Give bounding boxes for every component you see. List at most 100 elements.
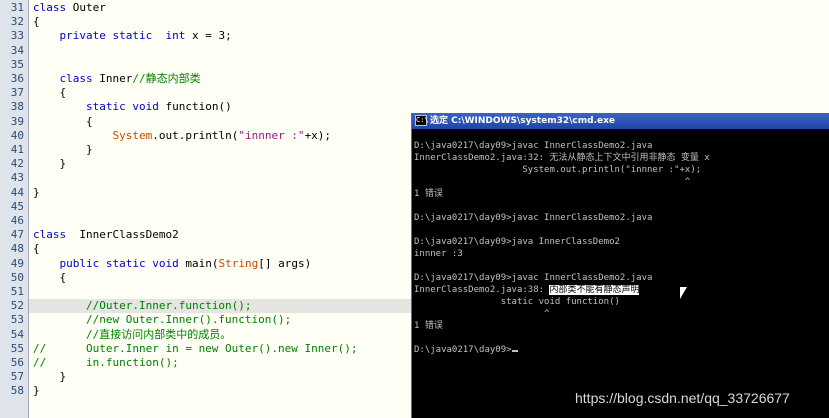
code-token: Inner bbox=[92, 72, 133, 85]
code-line[interactable]: static void function() bbox=[33, 100, 232, 114]
code-token: { bbox=[33, 270, 67, 284]
code-line[interactable]: } bbox=[33, 186, 40, 200]
console-line-text: D:\java0217\day09>javac InnerClassDemo2.… bbox=[414, 273, 653, 283]
code-token: // in.function(); bbox=[33, 356, 179, 369]
line-number: 41 bbox=[10, 143, 24, 156]
line-number: 34 bbox=[10, 43, 24, 57]
code-token: //直接访问内部类中的成员。 bbox=[85, 327, 232, 341]
line-number: 43 bbox=[10, 171, 24, 185]
cmd-titlebar[interactable]: C:\ 选定 C:\WINDOWS\system32\cmd.exe bbox=[412, 113, 829, 129]
code-line[interactable]: System.out.println("innner :"+x); bbox=[33, 129, 331, 143]
code-line[interactable]: { bbox=[33, 86, 66, 100]
code-line[interactable]: } bbox=[33, 157, 66, 171]
code-line[interactable]: { bbox=[33, 15, 40, 29]
line-number: 40 bbox=[10, 128, 24, 142]
code-token: static bbox=[85, 100, 126, 114]
console-line: InnerClassDemo2.java:38: 内部类不能有静态声明 bbox=[414, 285, 640, 296]
line-number: 39 bbox=[10, 114, 24, 128]
code-token: +x); bbox=[304, 128, 332, 142]
code-token: } bbox=[33, 384, 40, 398]
watermark: https://blog.csdn.net/qq_33726677 bbox=[575, 390, 790, 406]
code-line[interactable]: public static void main(String[] args) bbox=[33, 256, 312, 271]
cmd-window[interactable]: C:\ 选定 C:\WINDOWS\system32\cmd.exe D:\ja… bbox=[411, 113, 829, 418]
console-line: D:\java0217\day09>javac InnerClassDemo2.… bbox=[414, 213, 652, 224]
line-number: 56 bbox=[10, 356, 24, 369]
code-token: String bbox=[218, 256, 259, 270]
code-line[interactable]: { bbox=[33, 115, 93, 129]
code-token: static bbox=[105, 256, 146, 270]
code-token: InnerClassDemo2 bbox=[66, 228, 179, 242]
code-line[interactable]: //直接访问内部类中的成员。 bbox=[33, 328, 231, 342]
console-line: ^ bbox=[414, 177, 690, 188]
code-line[interactable]: { bbox=[33, 271, 66, 285]
selected-text[interactable]: 内部类不能有静态声明 bbox=[549, 285, 640, 295]
code-line[interactable]: // Outer.Inner in = new Outer().new Inne… bbox=[33, 342, 358, 356]
code-line[interactable]: { bbox=[33, 242, 40, 256]
code-token: "innner :" bbox=[238, 128, 305, 142]
line-number: 31 bbox=[10, 1, 24, 14]
code-line[interactable]: class Outer bbox=[33, 1, 106, 15]
line-number: 36 bbox=[10, 72, 24, 85]
code-token: //Outer.Inner.function(); bbox=[85, 299, 252, 313]
console-line-text: D:\java0217\day09>javac InnerClassDemo2.… bbox=[414, 213, 653, 223]
code-line[interactable]: private static int x = 3; bbox=[33, 29, 232, 43]
line-number: 54 bbox=[10, 327, 24, 341]
text-cursor-icon bbox=[511, 350, 518, 352]
console-line-text: InnerClassDemo2.java:32: 无法从静态上下文中引用非静态 … bbox=[414, 153, 710, 163]
code-line[interactable]: //new Outer.Inner().function(); bbox=[33, 313, 291, 327]
code-token: class bbox=[59, 72, 93, 85]
console-line: InnerClassDemo2.java:32: 无法从静态上下文中引用非静态 … bbox=[414, 153, 710, 164]
console-line-text: InnerClassDemo2.java:38: bbox=[414, 285, 550, 295]
code-token: { bbox=[33, 86, 67, 100]
console-line: D:\java0217\day09> bbox=[414, 345, 518, 356]
code-token: function() bbox=[158, 100, 232, 114]
code-line[interactable]: } bbox=[33, 370, 66, 384]
console-line: D:\java0217\day09>javac InnerClassDemo2.… bbox=[414, 141, 652, 152]
code-token: { bbox=[33, 114, 93, 128]
cmd-window-icon: C:\ bbox=[415, 115, 429, 126]
cmd-window-title: 选定 C:\WINDOWS\system32\cmd.exe bbox=[430, 116, 616, 126]
code-token: } bbox=[33, 157, 67, 171]
line-number: 42 bbox=[10, 157, 24, 171]
code-line[interactable]: class Inner//静态内部类 bbox=[33, 72, 201, 86]
line-number: 48 bbox=[10, 242, 24, 256]
code-token: //静态内部类 bbox=[132, 72, 201, 85]
code-line[interactable]: } bbox=[33, 143, 93, 157]
console-line-text: 1 错误 bbox=[414, 189, 443, 199]
line-number: 46 bbox=[10, 214, 24, 227]
code-token: class bbox=[33, 1, 67, 14]
console-line-text: static void function() bbox=[414, 297, 620, 307]
code-line[interactable]: // in.function(); bbox=[33, 356, 179, 370]
code-token: void bbox=[132, 100, 159, 114]
code-token: int bbox=[165, 29, 186, 43]
console-line-text: 1 错误 bbox=[414, 321, 443, 331]
console-line: D:\java0217\day09>javac InnerClassDemo2.… bbox=[414, 273, 652, 284]
line-number: 47 bbox=[10, 228, 24, 242]
code-token: class bbox=[33, 228, 67, 242]
code-line[interactable]: //Outer.Inner.function(); bbox=[33, 299, 252, 313]
code-line[interactable]: } bbox=[33, 384, 40, 398]
code-line[interactable]: class InnerClassDemo2 bbox=[33, 228, 179, 242]
line-number-gutter: 31 32 33 34 35 36 37 38 39 40 41 42 43 44 45 46 47 48 49 50… bbox=[0, 0, 29, 418]
line-number: 38 bbox=[10, 100, 24, 114]
console-line-text: ^ bbox=[414, 309, 550, 319]
line-number: 35 bbox=[10, 57, 24, 71]
console-line-text: innner :3 bbox=[414, 249, 463, 259]
code-token: System bbox=[112, 128, 153, 142]
code-token: //new Outer.Inner().function(); bbox=[85, 313, 292, 327]
line-number: 50 bbox=[10, 270, 24, 284]
code-token: // Outer.Inner in = new Outer().new Inne… bbox=[33, 341, 358, 355]
code-token: } bbox=[33, 143, 93, 156]
mouse-pointer-icon bbox=[680, 287, 687, 299]
code-token: void bbox=[152, 256, 179, 270]
console-line: innner :3 bbox=[414, 249, 463, 260]
console-line-text: ^ bbox=[414, 177, 691, 187]
line-number: 55 bbox=[10, 341, 24, 355]
console-line: D:\java0217\day09>java InnerClassDemo2 bbox=[414, 237, 620, 248]
